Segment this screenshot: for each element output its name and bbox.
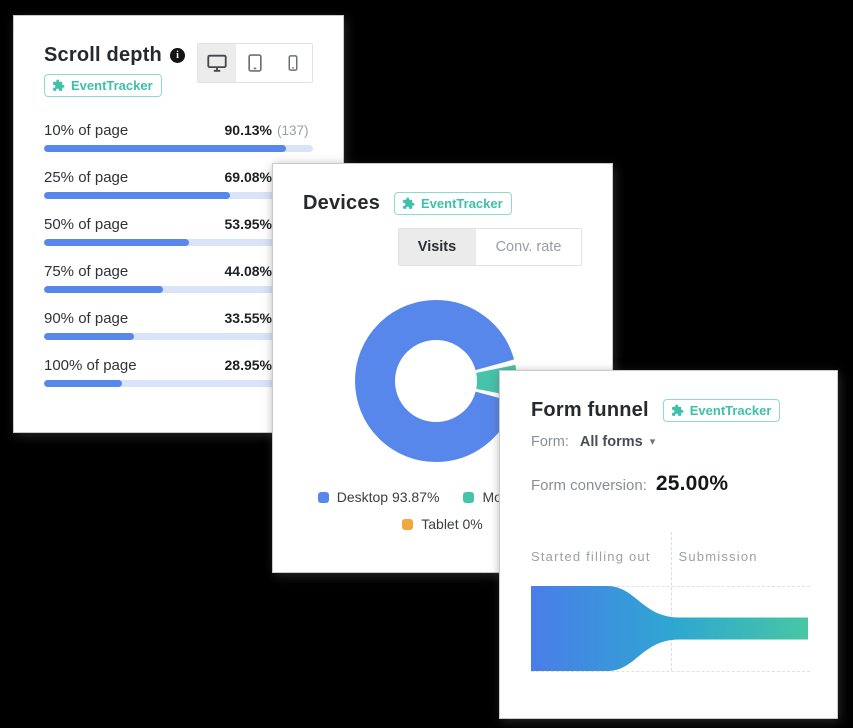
scroll-bar-fill	[44, 333, 134, 340]
funnel-shape	[531, 586, 810, 671]
badge-label: EventTracker	[421, 196, 503, 211]
scroll-bar-fill	[44, 239, 189, 246]
scroll-row: 10% of page 90.13% (137)	[44, 122, 313, 152]
devices-title: Devices	[303, 191, 380, 215]
form-funnel-card: Form funnel EventTracker Form: All forms…	[499, 370, 838, 719]
form-select-value: All forms	[580, 434, 643, 450]
badge-label: EventTracker	[71, 78, 153, 93]
scroll-bar-fill	[44, 380, 122, 387]
tab-visits[interactable]: Visits	[399, 229, 475, 265]
event-tracker-badge[interactable]: EventTracker	[394, 192, 512, 215]
funnel-plot	[531, 586, 810, 671]
scroll-row-value: 44.08%	[225, 263, 272, 279]
scroll-row-label: 75% of page	[44, 263, 128, 280]
conversion-value: 25.00%	[656, 472, 728, 496]
scroll-bar-track	[44, 145, 313, 152]
stage-label-submission: Submission	[663, 548, 811, 566]
scroll-row-value: 28.95%	[225, 357, 272, 373]
desktop-icon	[206, 52, 228, 74]
device-toggle	[197, 43, 313, 83]
tab-conv-rate[interactable]: Conv. rate	[475, 229, 581, 265]
scroll-row-label: 10% of page	[44, 122, 128, 139]
chevron-down-icon: ▾	[650, 437, 656, 448]
scroll-bar-fill	[44, 145, 286, 152]
tablet-icon	[245, 53, 265, 73]
tablet-toggle-button[interactable]	[236, 44, 274, 82]
mobile-icon	[284, 54, 302, 72]
form-select[interactable]: All forms ▾	[580, 434, 655, 450]
puzzle-icon	[671, 404, 684, 417]
scroll-row-label: 25% of page	[44, 169, 128, 186]
desktop-swatch	[318, 492, 329, 503]
plot-bottom-gridline	[531, 671, 810, 672]
scroll-row-label: 100% of page	[44, 357, 137, 374]
desktop-toggle-button[interactable]	[198, 44, 236, 82]
devices-tabs: Visits Conv. rate	[398, 228, 582, 266]
form-label: Form:	[531, 434, 569, 450]
mobile-toggle-button[interactable]	[274, 44, 312, 82]
puzzle-icon	[402, 197, 415, 210]
info-icon[interactable]: i	[170, 48, 185, 63]
stage-label-started: Started filling out	[531, 548, 663, 566]
funnel-chart-area: Started filling out Submission	[531, 548, 810, 671]
scroll-row-value: 53.95%	[225, 216, 272, 232]
scroll-row-count: (137)	[277, 123, 313, 138]
scroll-row-value: 90.13%	[225, 122, 272, 138]
event-tracker-badge[interactable]: EventTracker	[44, 74, 162, 97]
tablet-swatch	[402, 519, 413, 530]
scroll-row-label: 90% of page	[44, 310, 128, 327]
legend-item-desktop: Desktop 93.87%	[318, 489, 440, 505]
devices-donut-chart	[355, 300, 517, 462]
scroll-bar-fill	[44, 286, 163, 293]
scroll-row-value: 33.55%	[225, 310, 272, 326]
event-tracker-badge[interactable]: EventTracker	[663, 399, 781, 422]
scroll-bar-fill	[44, 192, 230, 199]
scroll-row-value: 69.08%	[225, 169, 272, 185]
scroll-depth-title: Scroll depth	[44, 43, 162, 67]
scroll-card-header: Scroll depth i EventTracker	[44, 43, 313, 97]
badge-label: EventTracker	[690, 403, 772, 418]
mobile-swatch	[463, 492, 474, 503]
form-funnel-title: Form funnel	[531, 398, 649, 422]
scroll-row-label: 50% of page	[44, 216, 128, 233]
conversion-label: Form conversion:	[531, 477, 647, 494]
puzzle-icon	[52, 79, 65, 92]
legend-item-tablet: Tablet 0%	[402, 516, 482, 532]
